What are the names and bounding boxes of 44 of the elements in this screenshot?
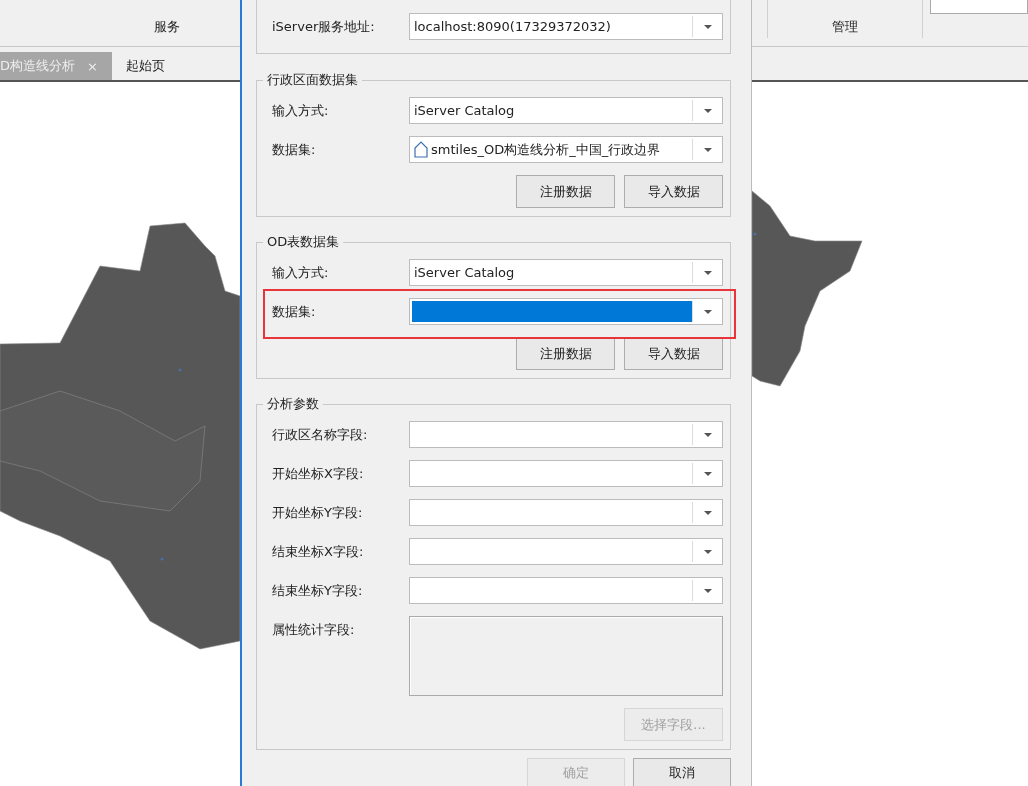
dropdown-caret-icon (703, 24, 712, 29)
action-button[interactable]: 注册数据 (516, 175, 615, 208)
list-box[interactable] (409, 616, 723, 696)
dropdown-field[interactable]: iServer Catalog (409, 259, 723, 286)
dropdown-caret-icon (703, 108, 712, 113)
group-title: OD表数据集 (266, 234, 341, 250)
field-label: 数据集: (272, 303, 317, 321)
dropdown-caret-icon (703, 549, 712, 554)
dropdown-field[interactable] (409, 577, 723, 604)
dropdown-caret-icon (703, 147, 712, 152)
ribbon-field[interactable] (930, 0, 1028, 14)
dropdown-caret-icon (703, 471, 712, 476)
field-label: 属性统计字段: (272, 621, 356, 639)
group-title: 分析参数 (266, 396, 320, 412)
dropdown-field[interactable] (409, 298, 723, 325)
dialog-button[interactable]: 取消 (633, 758, 731, 786)
field-label: 结束坐标X字段: (272, 543, 365, 561)
ribbon-group-label: 服务 (154, 18, 181, 36)
field-label: 输入方式: (272, 264, 330, 282)
dropdown-caret-icon (703, 588, 712, 593)
action-button[interactable]: 导入数据 (624, 337, 723, 370)
dropdown-caret-icon (703, 432, 712, 437)
field-label: 输入方式: (272, 102, 330, 120)
dropdown-field[interactable]: iServer Catalog (409, 97, 723, 124)
dropdown-caret-icon (703, 510, 712, 515)
field-label: 开始坐标X字段: (272, 465, 365, 483)
dropdown-caret-icon (703, 270, 712, 275)
field-label: 数据集: (272, 141, 317, 159)
dropdown-field[interactable] (409, 538, 723, 565)
field-label: 结束坐标Y字段: (272, 582, 364, 600)
field-label: 行政区名称字段: (272, 426, 369, 444)
dropdown-field[interactable] (409, 499, 723, 526)
document-tab[interactable]: 起始页 (111, 52, 179, 80)
dropdown-caret-icon (703, 309, 712, 314)
field-label: iServer服务地址: (272, 18, 376, 36)
dropdown-field[interactable]: smtiles_OD构造线分析_中国_行政边界 (409, 136, 723, 163)
ribbon-group-label: 管理 (832, 18, 859, 36)
dropdown-field[interactable]: localhost:8090(17329372032) (409, 13, 723, 40)
dropdown-field[interactable] (409, 460, 723, 487)
action-button[interactable]: 导入数据 (624, 175, 723, 208)
dropdown-field[interactable] (409, 421, 723, 448)
action-button[interactable]: 注册数据 (516, 337, 615, 370)
field-label: 开始坐标Y字段: (272, 504, 364, 522)
group-title: 行政区面数据集 (266, 72, 359, 88)
